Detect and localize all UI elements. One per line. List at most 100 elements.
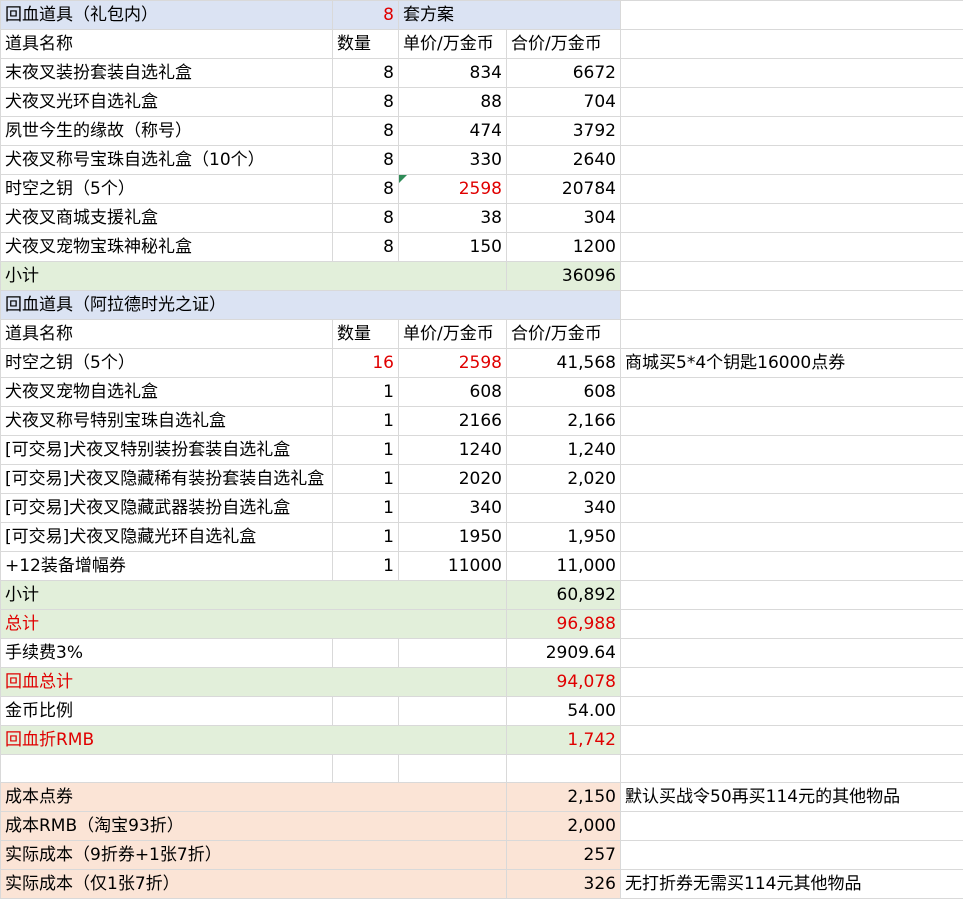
ratio-label[interactable]: 金币比例 [0, 696, 333, 726]
item-note[interactable] [620, 493, 963, 523]
item-name[interactable]: 犬夜叉光环自选礼盒 [0, 87, 333, 117]
item-name[interactable]: 夙世今生的缘故（称号） [0, 116, 333, 146]
section1-plan-label[interactable]: 套方案 [398, 0, 621, 30]
item-total-price[interactable]: 1,240 [506, 435, 621, 465]
rmb-label[interactable]: 回血折RMB [0, 725, 507, 755]
item-name[interactable]: 末夜叉装扮套装自选礼盒 [0, 58, 333, 88]
item-total-price[interactable]: 2640 [506, 145, 621, 175]
item-total-price[interactable]: 2,166 [506, 406, 621, 436]
cost-value[interactable]: 326 [506, 869, 621, 899]
item-name[interactable]: 犬夜叉称号宝珠自选礼盒（10个） [0, 145, 333, 175]
item-total-price[interactable]: 11,000 [506, 551, 621, 581]
item-total-price[interactable]: 6672 [506, 58, 621, 88]
item-unit-price[interactable]: 2598 [398, 348, 507, 378]
cell-empty[interactable] [332, 754, 399, 783]
rmb-value[interactable]: 1,742 [506, 725, 621, 755]
cost-value[interactable]: 257 [506, 840, 621, 870]
cell-empty[interactable] [506, 754, 621, 783]
item-total-price[interactable]: 704 [506, 87, 621, 117]
header-qty[interactable]: 数量 [332, 319, 399, 349]
item-unit-price[interactable]: 340 [398, 493, 507, 523]
item-note[interactable] [620, 406, 963, 436]
item-note[interactable]: 商城买5*4个钥匙16000点券 [620, 348, 963, 378]
item-total-price[interactable]: 1,950 [506, 522, 621, 552]
item-unit-price[interactable]: 2166 [398, 406, 507, 436]
cell-empty[interactable] [620, 232, 963, 262]
item-note[interactable] [620, 377, 963, 407]
cell-empty[interactable] [620, 29, 963, 59]
cell-empty[interactable] [398, 696, 507, 726]
total-label[interactable]: 总计 [0, 609, 507, 639]
cell-empty[interactable] [0, 754, 333, 783]
header-total-price[interactable]: 合价/万金币 [506, 29, 621, 59]
cell-empty[interactable] [620, 145, 963, 175]
item-qty[interactable]: 16 [332, 348, 399, 378]
item-unit-price[interactable]: 834 [398, 58, 507, 88]
item-name[interactable]: [可交易]犬夜叉隐藏武器装扮自选礼盒 [0, 493, 333, 523]
item-qty[interactable]: 1 [332, 551, 399, 581]
cell-empty[interactable] [620, 609, 963, 639]
item-unit-price[interactable]: 2020 [398, 464, 507, 494]
total-value[interactable]: 96,988 [506, 609, 621, 639]
ratio-value[interactable]: 54.00 [506, 696, 621, 726]
item-qty[interactable]: 1 [332, 406, 399, 436]
header-qty[interactable]: 数量 [332, 29, 399, 59]
item-total-price[interactable]: 340 [506, 493, 621, 523]
header-item-name[interactable]: 道具名称 [0, 29, 333, 59]
item-qty[interactable]: 8 [332, 203, 399, 233]
item-total-price[interactable]: 3792 [506, 116, 621, 146]
item-qty[interactable]: 8 [332, 58, 399, 88]
item-total-price[interactable]: 608 [506, 377, 621, 407]
item-qty[interactable]: 8 [332, 232, 399, 262]
cell-empty[interactable] [620, 290, 963, 320]
cell-empty[interactable] [398, 754, 507, 783]
cell-empty[interactable] [620, 261, 963, 291]
cell-empty[interactable] [620, 667, 963, 697]
cell-empty[interactable] [620, 87, 963, 117]
cost-note[interactable] [620, 840, 963, 870]
item-unit-price[interactable]: 608 [398, 377, 507, 407]
cell-empty[interactable] [620, 116, 963, 146]
item-name[interactable]: +12装备增幅券 [0, 551, 333, 581]
item-note[interactable] [620, 464, 963, 494]
item-name[interactable]: 犬夜叉称号特别宝珠自选礼盒 [0, 406, 333, 436]
cell-empty[interactable] [620, 174, 963, 204]
item-total-price[interactable]: 2,020 [506, 464, 621, 494]
cost-note[interactable]: 无打折券无需买114元其他物品 [620, 869, 963, 899]
item-qty[interactable]: 1 [332, 522, 399, 552]
item-qty[interactable]: 8 [332, 174, 399, 204]
item-qty[interactable]: 1 [332, 493, 399, 523]
cell-empty[interactable] [332, 638, 399, 668]
item-unit-price[interactable]: 1240 [398, 435, 507, 465]
cell-empty[interactable] [620, 696, 963, 726]
item-qty[interactable]: 1 [332, 464, 399, 494]
return-total-value[interactable]: 94,078 [506, 667, 621, 697]
item-unit-price[interactable]: 1950 [398, 522, 507, 552]
item-qty[interactable]: 8 [332, 116, 399, 146]
subtotal-value[interactable]: 36096 [506, 261, 621, 291]
item-unit-price[interactable]: 11000 [398, 551, 507, 581]
item-qty[interactable]: 1 [332, 377, 399, 407]
item-note[interactable] [620, 522, 963, 552]
cell-empty[interactable] [620, 725, 963, 755]
cost-value[interactable]: 2,150 [506, 782, 621, 812]
cell-empty[interactable] [620, 754, 963, 783]
item-unit-price[interactable]: 150 [398, 232, 507, 262]
header-item-name[interactable]: 道具名称 [0, 319, 333, 349]
section1-count[interactable]: 8 [332, 0, 399, 30]
subtotal-value[interactable]: 60,892 [506, 580, 621, 610]
item-unit-price[interactable]: 474 [398, 116, 507, 146]
header-unit-price[interactable]: 单价/万金币 [398, 319, 507, 349]
cell-empty[interactable] [398, 638, 507, 668]
cell-empty[interactable] [620, 58, 963, 88]
cell-empty[interactable] [620, 638, 963, 668]
cell-empty[interactable] [620, 319, 963, 349]
fee-label[interactable]: 手续费3% [0, 638, 333, 668]
cost-label[interactable]: 成本RMB（淘宝93折） [0, 811, 507, 841]
item-name[interactable]: [可交易]犬夜叉特别装扮套装自选礼盒 [0, 435, 333, 465]
fee-value[interactable]: 2909.64 [506, 638, 621, 668]
item-name[interactable]: 时空之钥（5个） [0, 348, 333, 378]
cell-empty[interactable] [620, 580, 963, 610]
cost-label[interactable]: 实际成本（仅1张7折） [0, 869, 507, 899]
item-unit-price[interactable]: 2598 [398, 174, 507, 204]
